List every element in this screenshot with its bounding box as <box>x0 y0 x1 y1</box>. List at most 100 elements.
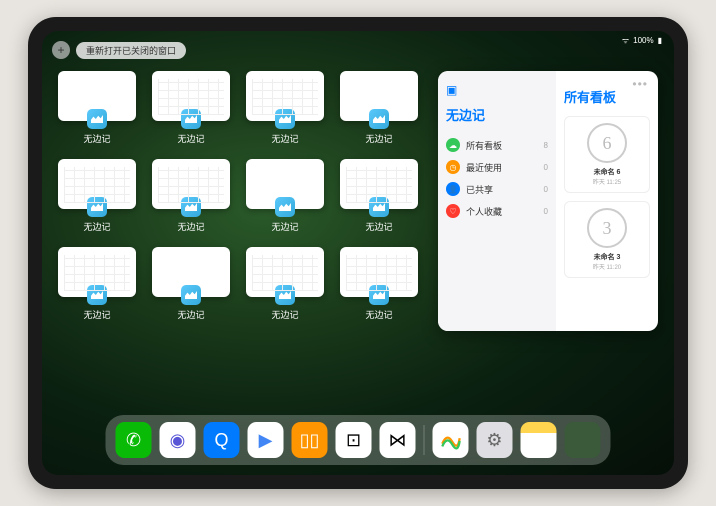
thumbnail-preview <box>340 159 418 209</box>
sidebar-toggle-icon[interactable]: ▣ <box>446 83 457 97</box>
sidebar-item-label: 已共享 <box>466 183 493 196</box>
sidebar-item-icon: ♡ <box>446 204 460 218</box>
board-card[interactable]: 6 未命名 6 昨天 11:25 <box>564 116 650 193</box>
board-card[interactable]: 3 未命名 3 昨天 11:20 <box>564 201 650 278</box>
window-thumbnail[interactable]: 无边记 <box>58 247 136 321</box>
sidebar-item-label: 所有看板 <box>466 139 502 152</box>
freeform-panel[interactable]: ••• ▣ 无边记 ☁ 所有看板 8 ◷ 最近使用 0 👤 已共享 0 ♡ 个人… <box>438 71 658 331</box>
freeform-app-icon <box>369 285 389 305</box>
thumbnail-label: 无边记 <box>177 220 204 233</box>
dock: ✆◉Q▶▯▯⊡⋈ ⚙ <box>106 415 611 465</box>
freeform-app-icon <box>275 285 295 305</box>
thumbnail-label: 无边记 <box>83 132 110 145</box>
screen: ᯤ 100% ▮ + 重新打开已关闭的窗口 无边记 无边记 无边记 无边记 无边… <box>42 31 674 475</box>
freeform-app-icon <box>181 197 201 217</box>
window-thumbnail[interactable]: 无边记 <box>246 71 324 145</box>
thumbnail-label: 无边记 <box>365 220 392 233</box>
window-thumbnail[interactable]: 无边记 <box>152 159 230 233</box>
sidebar-item[interactable]: ♡ 个人收藏 0 <box>446 200 548 222</box>
board-date: 昨天 11:20 <box>571 262 643 271</box>
dock-app-dot-square[interactable]: ⊡ <box>336 422 372 458</box>
sidebar-item-label: 个人收藏 <box>466 205 502 218</box>
panel-main: 所有看板 6 未命名 6 昨天 11:25 3 未命名 3 昨天 11:20 <box>556 71 658 331</box>
window-grid: 无边记 无边记 无边记 无边记 无边记 无边记 无边记 无边记 <box>58 71 418 413</box>
sidebar-item-icon: ☁ <box>446 138 460 152</box>
dock-recent-notes[interactable] <box>521 422 557 458</box>
freeform-app-icon <box>369 109 389 129</box>
window-thumbnail[interactable]: 无边记 <box>58 71 136 145</box>
thumbnail-preview <box>152 71 230 121</box>
board-name: 未命名 6 <box>571 167 643 177</box>
dock-app-connect[interactable]: ⋈ <box>380 422 416 458</box>
window-thumbnail[interactable]: 无边记 <box>340 247 418 321</box>
board-thumbnail: 6 <box>587 123 627 163</box>
thumbnail-label: 无边记 <box>365 132 392 145</box>
board-thumbnail: 3 <box>587 208 627 248</box>
window-thumbnail[interactable]: 无边记 <box>152 247 230 321</box>
thumbnail-preview <box>58 159 136 209</box>
ipad-frame: ᯤ 100% ▮ + 重新打开已关闭的窗口 无边记 无边记 无边记 无边记 无边… <box>28 17 688 489</box>
thumbnail-label: 无边记 <box>83 308 110 321</box>
dock-app-quark[interactable]: ◉ <box>160 422 196 458</box>
board-name: 未命名 3 <box>571 252 643 262</box>
sidebar-item-icon: 👤 <box>446 182 460 196</box>
sidebar-item-icon: ◷ <box>446 160 460 174</box>
window-thumbnail[interactable]: 无边记 <box>340 71 418 145</box>
dock-recent-settings[interactable]: ⚙ <box>477 422 513 458</box>
sidebar-item-count: 8 <box>544 141 548 150</box>
wifi-icon: ᯤ <box>622 35 629 46</box>
more-icon[interactable]: ••• <box>632 77 648 91</box>
top-controls: + 重新打开已关闭的窗口 <box>52 41 186 59</box>
dock-app-books[interactable]: ▯▯ <box>292 422 328 458</box>
reopen-window-button[interactable]: 重新打开已关闭的窗口 <box>76 42 186 59</box>
board-date: 昨天 11:25 <box>571 177 643 186</box>
status-bar: ᯤ 100% ▮ <box>622 35 662 46</box>
sidebar-item[interactable]: 👤 已共享 0 <box>446 178 548 200</box>
content-area: 无边记 无边记 无边记 无边记 无边记 无边记 无边记 无边记 <box>58 71 658 413</box>
window-thumbnail[interactable]: 无边记 <box>246 247 324 321</box>
freeform-app-icon <box>87 109 107 129</box>
thumbnail-label: 无边记 <box>271 132 298 145</box>
thumbnail-preview <box>58 247 136 297</box>
thumbnail-preview <box>340 71 418 121</box>
sidebar-item-count: 0 <box>544 163 548 172</box>
sidebar-item[interactable]: ◷ 最近使用 0 <box>446 156 548 178</box>
dock-app-browser-hd[interactable]: Q <box>204 422 240 458</box>
dock-recent-freeform[interactable] <box>433 422 469 458</box>
thumbnail-label: 无边记 <box>177 308 204 321</box>
panel-sidebar: ▣ 无边记 ☁ 所有看板 8 ◷ 最近使用 0 👤 已共享 0 ♡ 个人收藏 0 <box>438 71 556 331</box>
sidebar-item-count: 0 <box>544 207 548 216</box>
dock-recent-app-library[interactable] <box>565 422 601 458</box>
freeform-app-icon <box>87 197 107 217</box>
thumbnail-preview <box>152 247 230 297</box>
thumbnail-preview <box>152 159 230 209</box>
thumbnail-label: 无边记 <box>271 308 298 321</box>
window-thumbnail[interactable]: 无边记 <box>246 159 324 233</box>
freeform-app-icon <box>181 109 201 129</box>
battery-icon: ▮ <box>658 36 662 45</box>
thumbnail-label: 无边记 <box>271 220 298 233</box>
dock-app-play[interactable]: ▶ <box>248 422 284 458</box>
thumbnail-preview <box>246 247 324 297</box>
freeform-app-icon <box>87 285 107 305</box>
thumbnail-label: 无边记 <box>83 220 110 233</box>
thumbnail-label: 无边记 <box>177 132 204 145</box>
sidebar-item-count: 0 <box>544 185 548 194</box>
window-thumbnail[interactable]: 无边记 <box>58 159 136 233</box>
thumbnail-label: 无边记 <box>365 308 392 321</box>
window-thumbnail[interactable]: 无边记 <box>152 71 230 145</box>
freeform-app-icon <box>275 109 295 129</box>
freeform-app-icon <box>369 197 389 217</box>
sidebar-item-label: 最近使用 <box>466 161 502 174</box>
dock-app-wechat[interactable]: ✆ <box>116 422 152 458</box>
thumbnail-preview <box>246 71 324 121</box>
sidebar-title: 无边记 <box>446 105 548 124</box>
battery-label: 100% <box>633 36 653 45</box>
freeform-app-icon <box>275 197 295 217</box>
new-window-button[interactable]: + <box>52 41 70 59</box>
window-thumbnail[interactable]: 无边记 <box>340 159 418 233</box>
sidebar-item[interactable]: ☁ 所有看板 8 <box>446 134 548 156</box>
dock-separator <box>424 425 425 455</box>
thumbnail-preview <box>340 247 418 297</box>
freeform-app-icon <box>181 285 201 305</box>
